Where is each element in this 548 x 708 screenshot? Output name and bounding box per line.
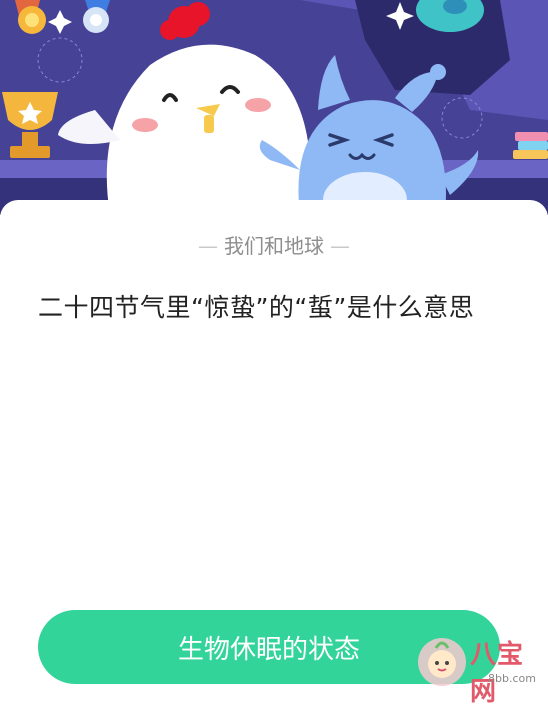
divider-left: —	[198, 234, 218, 258]
question-text: 二十四节气里“惊蛰”的“蜇”是什么意思	[38, 293, 475, 322]
category-text: 我们和地球	[224, 234, 324, 258]
watermark-url: 8bb.com	[488, 672, 536, 685]
watermark-logo-icon	[418, 638, 466, 686]
watermark: 八宝网 8bb.com	[410, 632, 540, 707]
category-label: — 我们和地球 —	[0, 230, 548, 259]
watermark-text: 八宝网	[470, 640, 525, 707]
header-illustration	[0, 0, 548, 215]
answer-button-label: 生物休眠的状态	[177, 634, 360, 665]
divider-right: —	[330, 234, 350, 258]
